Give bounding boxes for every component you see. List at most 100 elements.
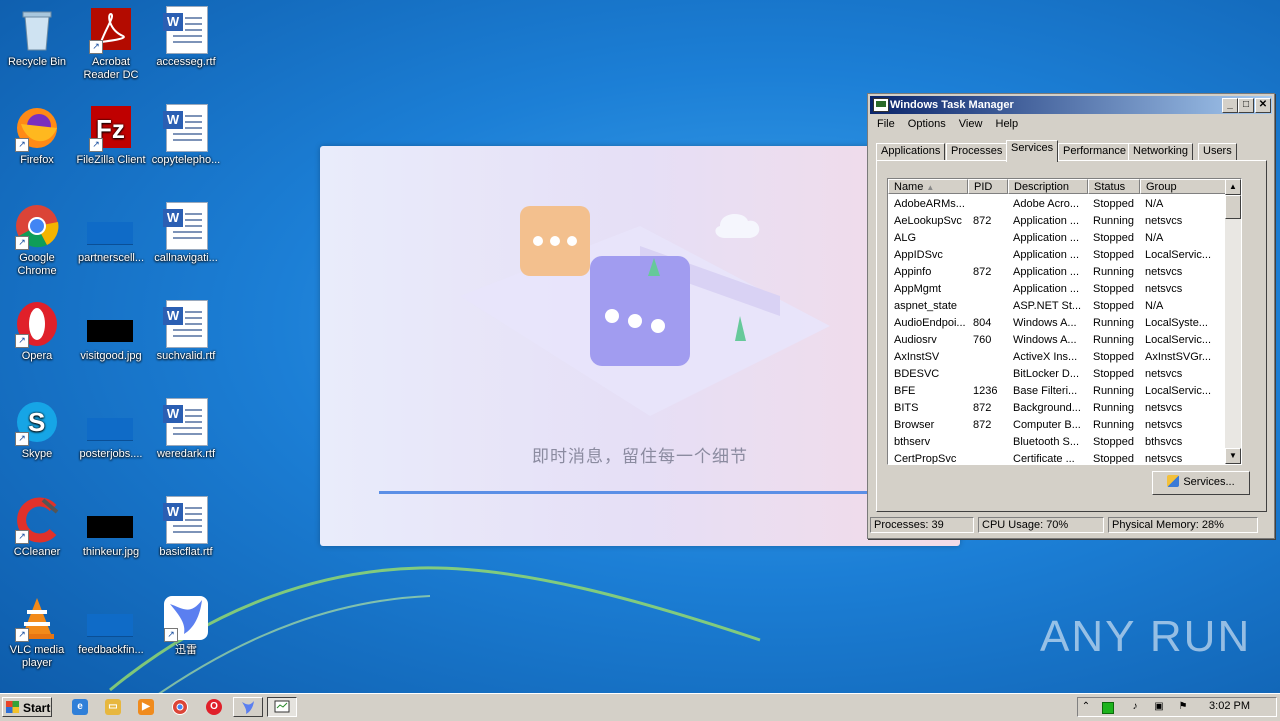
icon-label: thinkeur.jpg bbox=[82, 546, 140, 558]
clock[interactable]: 3:02 PM bbox=[1209, 700, 1250, 712]
action-center-flag-icon[interactable]: ⚑ bbox=[1178, 702, 1188, 712]
desktop-icon-basicflat[interactable]: W basicflat.rtf bbox=[149, 496, 223, 559]
service-row[interactable]: Audiosrv 760 Windows A... Running LocalServi… bbox=[888, 332, 1226, 349]
services-button[interactable]: Services... bbox=[1152, 471, 1250, 495]
menu-file[interactable]: File bbox=[872, 116, 900, 132]
desktop-icon-visitgood[interactable]: visitgood.jpg bbox=[74, 300, 148, 363]
volume-icon[interactable]: ♪ bbox=[1130, 702, 1140, 712]
chat-illustration bbox=[460, 206, 830, 416]
taskbar-task-manager[interactable] bbox=[267, 697, 297, 717]
show-hidden-icons-icon[interactable]: ⌃ bbox=[1081, 702, 1091, 712]
scroll-thumb[interactable] bbox=[1225, 195, 1241, 219]
service-name-cell: Browser bbox=[894, 419, 935, 431]
cpu-meter-icon[interactable] bbox=[1102, 702, 1114, 714]
media-player-icon[interactable]: ▶ bbox=[138, 699, 154, 715]
internet-explorer-icon[interactable]: e bbox=[72, 699, 88, 715]
ccleaner-icon: ↗ bbox=[13, 496, 61, 544]
service-status-cell: Stopped bbox=[1093, 198, 1134, 210]
desktop-icon-suchvalid[interactable]: W suchvalid.rtf bbox=[149, 300, 223, 363]
icon-label: Recycle Bin bbox=[7, 56, 67, 68]
desktop-icon-recycle-bin[interactable]: Recycle Bin bbox=[0, 6, 74, 69]
desktop-icon-weredark[interactable]: W weredark.rtf bbox=[149, 398, 223, 461]
service-row[interactable]: BFE 1236 Base Filteri... Running LocalServic… bbox=[888, 383, 1226, 400]
menu-view[interactable]: View bbox=[954, 116, 988, 132]
desktop-icon-filezilla[interactable]: Fz ↗ FileZilla Client bbox=[74, 104, 148, 167]
desktop-icon-ccleaner[interactable]: ↗ CCleaner bbox=[0, 496, 74, 559]
file-thumbnail-icon bbox=[87, 202, 135, 250]
rtf-document-icon: W bbox=[162, 104, 210, 152]
start-button[interactable]: Start bbox=[2, 697, 52, 717]
desktop-icon-xunlei[interactable]: ↗ 迅雷 bbox=[149, 594, 223, 657]
service-row[interactable]: CertPropSvc Certificate ... Stopped netsvcs bbox=[888, 451, 1226, 464]
desktop-icon-partnerscell[interactable]: partnerscell... bbox=[74, 202, 148, 265]
menu-help[interactable]: Help bbox=[991, 116, 1024, 132]
service-row[interactable]: Browser 872 Computer B... Running netsvcs bbox=[888, 417, 1226, 434]
tab-applications[interactable]: Applications bbox=[876, 143, 946, 161]
services-list[interactable]: Name ▲ PID Description Status Group Adob… bbox=[887, 178, 1242, 465]
chrome-icon[interactable] bbox=[172, 699, 188, 715]
title-bar[interactable]: Windows Task Manager _ □ ✕ bbox=[870, 96, 1272, 114]
tab-users[interactable]: Users bbox=[1198, 143, 1237, 161]
service-name-cell: AppMgmt bbox=[894, 283, 942, 295]
desktop-icon-callnavigati[interactable]: W callnavigati... bbox=[149, 202, 223, 265]
column-header-status[interactable]: Status bbox=[1088, 179, 1140, 194]
service-row[interactable]: ALG Application ... Stopped N/A bbox=[888, 230, 1226, 247]
service-row[interactable]: BDESVC BitLocker D... Stopped netsvcs bbox=[888, 366, 1226, 383]
column-header-group[interactable]: Group bbox=[1140, 179, 1226, 194]
desktop-icon-vlc[interactable]: ↗ VLC media player bbox=[0, 594, 74, 670]
tab-performance[interactable]: Performance bbox=[1058, 143, 1131, 161]
service-status-cell: Stopped bbox=[1093, 300, 1134, 312]
desktop-icon-skype[interactable]: S ↗ Skype bbox=[0, 398, 74, 461]
service-name-cell: BDESVC bbox=[894, 368, 940, 380]
desktop-icon-acrobat[interactable]: ↗ Acrobat Reader DC bbox=[74, 6, 148, 82]
vertical-scrollbar[interactable]: ▲ ▼ bbox=[1225, 179, 1241, 464]
menu-options[interactable]: Options bbox=[903, 116, 951, 132]
maximize-button[interactable]: □ bbox=[1238, 98, 1254, 113]
scroll-down-arrow-icon[interactable]: ▼ bbox=[1225, 448, 1241, 464]
desktop-icon-copytelepho[interactable]: W copytelepho... bbox=[149, 104, 223, 167]
service-desc-cell: Bluetooth S... bbox=[1013, 436, 1080, 448]
tab-networking[interactable]: Networking bbox=[1128, 143, 1194, 161]
explorer-folder-icon[interactable]: ▭ bbox=[105, 699, 121, 715]
service-row[interactable]: AdobeARMs... Adobe Acro... Stopped N/A bbox=[888, 196, 1226, 213]
desktop-icon-feedbackfin[interactable]: feedbackfin... bbox=[74, 594, 148, 657]
service-row[interactable]: AppMgmt Application ... Stopped netsvcs bbox=[888, 281, 1226, 298]
column-header-name[interactable]: Name ▲ bbox=[888, 179, 968, 194]
icon-label: partnerscell... bbox=[77, 252, 145, 264]
column-header-description[interactable]: Description bbox=[1008, 179, 1088, 194]
close-button[interactable]: ✕ bbox=[1255, 98, 1271, 113]
service-row[interactable]: aspnet_state ASP.NET St... Stopped N/A bbox=[888, 298, 1226, 315]
desktop-icon-chrome[interactable]: ↗ Google Chrome bbox=[0, 202, 74, 278]
service-row[interactable]: AudioEndpoi... 804 Windows A... Running Loca… bbox=[888, 315, 1226, 332]
service-row[interactable]: AppIDSvc Application ... Stopped LocalServi… bbox=[888, 247, 1226, 264]
service-row[interactable]: bthserv Bluetooth S... Stopped bthsvcs bbox=[888, 434, 1226, 451]
desktop-icon-thinkeur[interactable]: thinkeur.jpg bbox=[74, 496, 148, 559]
icon-label: feedbackfin... bbox=[78, 644, 144, 656]
services-button-label: Services... bbox=[1183, 476, 1235, 488]
desktop-icon-opera[interactable]: ↗ Opera bbox=[0, 300, 74, 363]
icon-label: 迅雷 bbox=[175, 644, 197, 656]
service-status-cell: Stopped bbox=[1093, 351, 1134, 363]
service-name-cell: bthserv bbox=[894, 436, 931, 448]
tab-processes[interactable]: Processes bbox=[946, 143, 1008, 161]
desktop-icon-firefox[interactable]: ↗ Firefox bbox=[0, 104, 74, 167]
service-row[interactable]: AeLookupSvc 872 Application ... Running nets… bbox=[888, 213, 1226, 230]
scroll-up-arrow-icon[interactable]: ▲ bbox=[1225, 179, 1241, 195]
minimize-button[interactable]: _ bbox=[1222, 98, 1238, 113]
taskbar-xunlei[interactable] bbox=[233, 697, 263, 717]
service-row[interactable]: Appinfo 872 Application ... Running netsvcs bbox=[888, 264, 1226, 281]
column-header-pid[interactable]: PID bbox=[968, 179, 1008, 194]
service-desc-cell: Computer B... bbox=[1013, 419, 1081, 431]
network-icon[interactable]: ▣ bbox=[1154, 702, 1164, 712]
service-name-cell: AudioEndpoi... bbox=[894, 317, 966, 329]
tab-services[interactable]: Services bbox=[1006, 140, 1059, 162]
service-group-cell: netsvcs bbox=[1145, 368, 1183, 380]
desktop-icon-posterjobs[interactable]: posterjobs.... bbox=[74, 398, 148, 461]
opera-icon[interactable]: O bbox=[206, 699, 222, 715]
desktop-icon-accesseg[interactable]: W accesseg.rtf bbox=[149, 6, 223, 69]
task-manager-window[interactable]: Windows Task Manager _ □ ✕ File Options … bbox=[867, 93, 1275, 539]
service-desc-cell: ActiveX Ins... bbox=[1013, 351, 1078, 363]
service-row[interactable]: AxInstSV ActiveX Ins... Stopped AxInstSVGr.… bbox=[888, 349, 1226, 366]
service-row[interactable]: BITS 872 Background... Running netsvcs bbox=[888, 400, 1226, 417]
service-name-cell: ALG bbox=[894, 232, 917, 244]
